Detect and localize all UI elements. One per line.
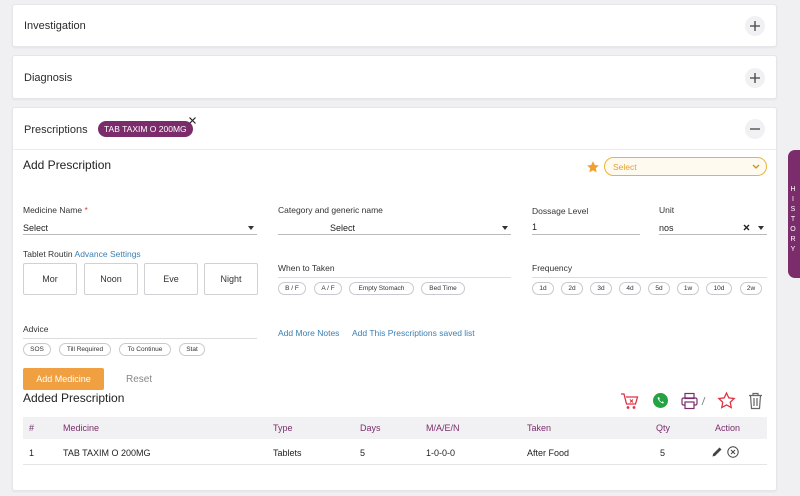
frequency-chip[interactable]: 10d — [706, 282, 732, 295]
diagnosis-expand-button[interactable] — [745, 68, 765, 88]
selected-medicine-tag: TAB TAXIM O 200MG — [98, 121, 193, 137]
col-header-taken: Taken — [527, 423, 552, 433]
routine-night-button[interactable]: Night — [204, 263, 258, 295]
prescriptions-card: Prescriptions TAB TAXIM O 200MG Add Pres… — [12, 107, 777, 491]
advice-label: Advice — [23, 324, 49, 334]
dosage-label: Dossage Level — [532, 206, 589, 216]
medicine-name-value: Select — [23, 223, 49, 233]
unit-select[interactable]: nos — [659, 220, 767, 235]
remove-tag-button[interactable] — [188, 116, 197, 125]
frequency-chip[interactable]: 4d — [619, 282, 641, 295]
tablet-routine-label: Tablet Routin Advance Settings — [23, 249, 141, 259]
trash-icon[interactable] — [748, 392, 763, 410]
divider — [13, 149, 776, 150]
frequency-chip[interactable]: 2d — [561, 282, 583, 295]
favorite-star-icon[interactable] — [586, 160, 600, 174]
cell-qty: 5 — [660, 448, 666, 458]
add-prescription-title: Add Prescription — [23, 158, 112, 172]
caret-down-icon — [758, 226, 764, 230]
saved-select-placeholder: Select — [613, 162, 637, 172]
prescriptions-title: Prescriptions — [24, 124, 88, 136]
cell-maen: 1-0-0-0 — [426, 448, 456, 458]
frequency-chip[interactable]: 1d — [532, 282, 554, 295]
frequency-chip[interactable]: 1w — [677, 282, 699, 295]
col-header-medicine: Medicine — [63, 423, 100, 433]
routine-noon-button[interactable]: Noon — [84, 263, 138, 295]
frequency-label: Frequency — [532, 263, 573, 273]
history-tab-letters: H I S T O R Y — [790, 186, 796, 253]
dosage-input[interactable]: 1 — [532, 220, 640, 235]
cell-index: 1 — [29, 448, 35, 458]
unit-value: nos — [659, 223, 674, 233]
unit-label: Unit — [659, 205, 675, 215]
col-header-qty: Qty — [656, 423, 671, 433]
col-header-action: Action — [715, 423, 741, 433]
caret-down-icon — [248, 226, 254, 230]
when-chip[interactable]: B / F — [278, 282, 306, 295]
when-chip[interactable]: Empty Stomach — [349, 282, 414, 295]
remove-circle-icon[interactable] — [727, 446, 739, 458]
divider — [532, 277, 767, 278]
investigation-expand-button[interactable] — [745, 16, 765, 36]
frequency-chip[interactable]: 3d — [590, 282, 612, 295]
investigation-card: Investigation — [12, 4, 777, 47]
added-prescription-title: Added Prescription — [23, 391, 125, 405]
frequency-chip[interactable]: 5d — [648, 282, 670, 295]
divider — [278, 277, 511, 278]
when-chip[interactable]: A / F — [314, 282, 342, 295]
when-to-taken-label: When to Taken — [278, 263, 335, 273]
caret-down-icon — [502, 226, 508, 230]
advance-settings-link[interactable]: Advance Settings — [75, 249, 141, 259]
whatsapp-icon[interactable] — [652, 392, 669, 409]
col-header-days: Days — [360, 423, 381, 433]
reset-button[interactable]: Reset — [126, 374, 152, 385]
col-header-index: # — [29, 423, 35, 433]
advice-chip[interactable]: Stat — [179, 343, 205, 356]
advice-chip[interactable]: Till Required — [59, 343, 111, 356]
medicine-name-select[interactable]: Select — [23, 220, 257, 235]
cell-taken: After Food — [527, 448, 570, 458]
investigation-title: Investigation — [24, 20, 86, 32]
add-medicine-button[interactable]: Add Medicine — [23, 368, 104, 390]
history-side-tab[interactable]: H I S T O R Y — [788, 150, 800, 278]
selected-medicine-tag-label: TAB TAXIM O 200MG — [104, 124, 187, 134]
category-value: Select — [330, 223, 356, 233]
advice-chip[interactable]: SOS — [23, 343, 51, 356]
dosage-value: 1 — [532, 222, 538, 232]
col-header-maen: M/A/E/N — [426, 423, 460, 433]
add-more-notes-link[interactable]: Add More Notes — [278, 328, 339, 338]
edit-pencil-icon[interactable] — [711, 446, 723, 458]
close-icon — [189, 117, 196, 124]
plus-icon — [750, 21, 760, 31]
star-outline-icon[interactable] — [717, 391, 736, 410]
when-chip[interactable]: Bed Time — [421, 282, 465, 295]
category-label: Category and generic name — [278, 205, 383, 215]
routine-morning-button[interactable]: Mor — [23, 263, 77, 295]
chevron-down-icon — [752, 164, 760, 169]
col-header-type: Type — [273, 423, 293, 433]
prescriptions-collapse-button[interactable] — [745, 119, 765, 139]
clear-icon[interactable] — [743, 224, 750, 231]
cell-days: 5 — [360, 448, 366, 458]
add-saved-list-link[interactable]: Add This Prescriptions saved list — [352, 328, 475, 338]
diagnosis-card: Diagnosis — [12, 55, 777, 99]
divider — [23, 338, 257, 339]
medicine-name-label: Medicine Name * — [23, 205, 88, 215]
minus-icon — [750, 128, 760, 130]
cart-icon[interactable] — [620, 392, 640, 410]
frequency-chip[interactable]: 2w — [740, 282, 762, 295]
cell-type: Tablets — [273, 448, 302, 458]
advice-chip[interactable]: To Continue — [119, 343, 171, 356]
printer-icon[interactable] — [681, 392, 707, 410]
category-select[interactable]: Select — [278, 220, 511, 235]
routine-evening-button[interactable]: Eve — [144, 263, 198, 295]
saved-prescription-select[interactable]: Select — [604, 157, 767, 176]
plus-icon — [750, 73, 760, 83]
diagnosis-title: Diagnosis — [24, 72, 73, 84]
cell-medicine: TAB TAXIM O 200MG — [63, 448, 151, 458]
